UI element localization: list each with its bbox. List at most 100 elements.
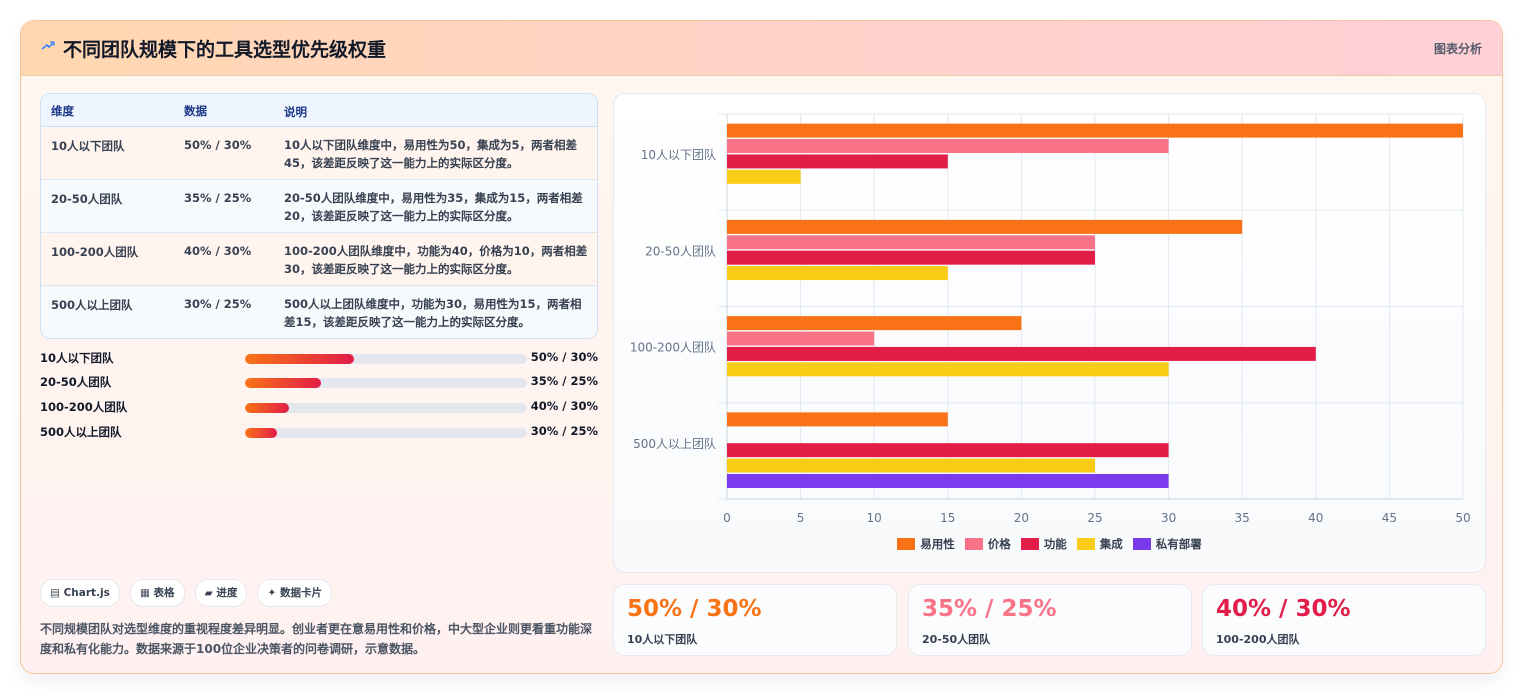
bar: [727, 443, 1169, 458]
row-description: 20-50人团队维度中，易用性为35，集成为15，两者相差20，该差距反映了这一…: [284, 191, 583, 223]
bar: [727, 169, 801, 184]
bar: [727, 346, 1316, 361]
legend-swatch: [1076, 538, 1095, 550]
bar: [727, 316, 1022, 331]
legend-swatch: [1020, 538, 1039, 550]
legend-item[interactable]: 价格: [964, 536, 1011, 552]
x-tick-label: 30: [1161, 511, 1176, 525]
legend-item[interactable]: 功能: [1020, 536, 1067, 552]
x-tick-label: 50: [1455, 511, 1470, 525]
legend-swatch: [1132, 538, 1151, 550]
x-tick-label: 25: [1087, 511, 1102, 525]
bar: [727, 139, 1169, 154]
stat-value: 35% / 25%: [922, 596, 1057, 622]
row-data: 40% / 30%: [184, 244, 252, 258]
stat-label: 20-50人团队: [922, 633, 991, 646]
x-tick-label: 20: [1014, 511, 1029, 525]
progress-row: 100-200人团队 40% / 30%: [40, 397, 598, 417]
bar-chart-panel: 0 5 10 15 20 25 30 35 40 45 50 10人以下团队 20-50人团队 100-2…: [613, 93, 1486, 573]
x-tick-label: 35: [1235, 511, 1250, 525]
table-row: 10人以下团队 50% / 30% 10人以下团队维度中，易用性为50，集成为5…: [41, 127, 597, 180]
x-tick-label: 10: [867, 511, 882, 525]
table-row: 20-50人团队 35% / 25% 20-50人团队维度中，易用性为35，集成…: [41, 180, 597, 233]
progress-label: 10人以下团队: [40, 351, 114, 365]
bar-chart: 0 5 10 15 20 25 30 35 40 45 50 10人以下团队 20-50人团队 100-2…: [630, 113, 1471, 525]
row-dimension: 20-50人团队: [51, 192, 123, 206]
row-description: 10人以下团队维度中，易用性为50，集成为5，两者相差45，该差距反映了这一能力…: [284, 138, 578, 170]
legend-item[interactable]: 集成: [1076, 536, 1123, 552]
chip-data-card[interactable]: ✦ 数据卡片: [257, 579, 332, 607]
stat-card: 40% / 30% 100-200人团队: [1202, 584, 1486, 656]
x-tick-label: 0: [723, 511, 731, 525]
legend-label: 私有部署: [1155, 537, 1202, 551]
footnote: 不同规模团队对选型维度的重视程度差异明显。创业者更在意易用性和价格，中大型企业则…: [40, 622, 593, 656]
legend-item[interactable]: 私有部署: [1132, 536, 1202, 552]
spark-icon: [41, 41, 55, 50]
legend-label: 功能: [1043, 537, 1067, 551]
table-row: 500人以上团队 30% / 25% 500人以上团队维度中，功能为30，易用性…: [41, 286, 597, 338]
row-description: 500人以上团队维度中，功能为30，易用性为15，两者相差15，该差距反映了这一…: [284, 297, 582, 329]
table-row: 100-200人团队 40% / 30% 100-200人团队维度中，功能为40…: [41, 233, 597, 286]
page-title: 不同团队规模下的工具选型优先级权重: [63, 39, 387, 61]
bar: [727, 331, 875, 346]
bar: [727, 123, 1463, 138]
stat-label: 10人以下团队: [627, 633, 698, 646]
chip-chartjs[interactable]: ▤ Chart.js: [40, 579, 120, 607]
progress-track: [245, 378, 527, 388]
progress-fill: [245, 403, 289, 413]
progress-track: [245, 403, 527, 413]
y-category-label: 100-200人团队: [630, 340, 716, 355]
bar: [727, 219, 1243, 234]
progress-value: 35% / 25%: [530, 374, 598, 388]
progress-row: 10人以下团队 50% / 30%: [40, 348, 598, 368]
chart-analysis-tag[interactable]: 图表分析: [1434, 40, 1482, 57]
chip-progress[interactable]: ▰ 进度: [194, 579, 248, 607]
bar: [727, 235, 1095, 250]
row-description: 100-200人团队维度中，功能为40，价格为10，两者相差30，该差距反映了这…: [284, 244, 588, 276]
progress-label: 100-200人团队: [40, 400, 128, 414]
row-data: 30% / 25%: [184, 297, 252, 311]
progress-label: 20-50人团队: [40, 375, 112, 389]
row-dimension: 100-200人团队: [51, 245, 139, 259]
row-dimension: 10人以下团队: [51, 139, 125, 153]
bar: [727, 412, 948, 427]
bar: [727, 458, 1095, 473]
card-header: 不同团队规模下的工具选型优先级权重 图表分析: [21, 21, 1502, 76]
x-tick-label: 15: [940, 511, 955, 525]
legend-swatch: [964, 538, 983, 550]
legend-label: 易用性: [920, 537, 955, 551]
progress-value: 30% / 25%: [530, 424, 598, 438]
bar: [727, 250, 1095, 265]
progress-value: 50% / 30%: [530, 350, 598, 364]
bar: [727, 266, 948, 281]
legend-item[interactable]: 易用性: [897, 536, 955, 552]
stat-label: 100-200人团队: [1216, 633, 1300, 646]
progress-track: [245, 354, 527, 364]
row-data: 35% / 25%: [184, 191, 252, 205]
data-table: 维度 数据 说明 10人以下团队 50% / 30% 10人以下团队维度中，易用…: [40, 93, 598, 339]
view-chips: ▤ Chart.js ▦ 表格 ▰ 进度 ✦ 数据卡片: [40, 579, 337, 607]
progress-row: 20-50人团队 35% / 25%: [40, 372, 598, 392]
progress-label: 500人以上团队: [40, 425, 122, 439]
header-data: 数据: [184, 104, 207, 118]
progress-fill: [245, 354, 354, 364]
progress-track: [245, 428, 527, 438]
bar: [727, 362, 1169, 377]
y-category-label: 10人以下团队: [641, 147, 716, 162]
header-dimension: 维度: [51, 104, 74, 118]
bar: [727, 473, 1169, 488]
row-dimension: 500人以上团队: [51, 298, 133, 312]
y-category-label: 500人以上团队: [633, 436, 716, 451]
header-description: 说明: [284, 105, 307, 119]
row-data: 50% / 30%: [184, 138, 252, 152]
stat-value: 50% / 30%: [627, 596, 762, 622]
chart-card: 不同团队规模下的工具选型优先级权重 图表分析 维度 数据 说明 10人以下团队 …: [20, 20, 1503, 674]
legend-label: 价格: [987, 537, 1011, 551]
progress-fill: [245, 378, 322, 388]
chip-table[interactable]: ▦ 表格: [129, 579, 185, 607]
chart-legend: 易用性 价格 功能 集成 私有部署: [614, 536, 1485, 552]
progress-value: 40% / 30%: [530, 399, 598, 413]
legend-swatch: [897, 538, 916, 550]
progress-row: 500人以上团队 30% / 25%: [40, 422, 598, 442]
y-category-label: 20-50人团队: [645, 243, 716, 258]
